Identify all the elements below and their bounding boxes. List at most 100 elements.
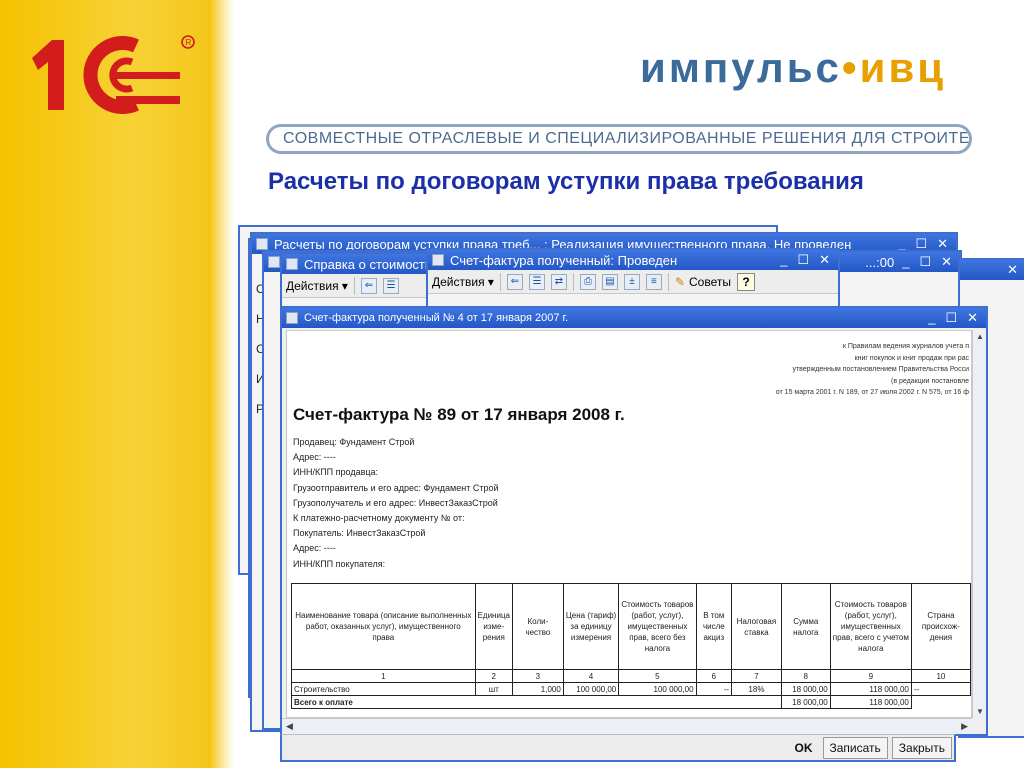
cell-name: Строительство (291, 682, 476, 696)
invoice-title: Счет-фактура № 89 от 17 января 2008 г. (293, 405, 625, 424)
toolbar-separator (499, 272, 501, 291)
1c-logo-icon: R (32, 35, 195, 114)
document-icon (432, 254, 444, 266)
window-print-preview[interactable]: Счет-фактура полученный № 4 от 17 января… (280, 306, 988, 736)
document-icon (286, 258, 298, 270)
scroll-up-icon[interactable]: ▲ (976, 332, 984, 341)
column-header: Страна происхож- дения (910, 583, 971, 670)
column-number-row: 1 2 3 4 5 6 7 8 9 10 (291, 669, 971, 683)
column-number: 2 (474, 669, 513, 683)
close-button[interactable]: ✕ (819, 252, 830, 268)
document-icon (256, 238, 268, 250)
help-button[interactable]: ? (736, 272, 755, 291)
close-button[interactable]: ✕ (967, 310, 978, 326)
column-header: Стоимость товаров (работ, услуг), имущес… (618, 583, 697, 670)
legal-line: книг покупок и книг продаж при рас (854, 354, 969, 362)
tips-button[interactable]: ✎ Советы (675, 275, 731, 289)
total-label: Всего к оплате (291, 695, 782, 709)
maximize-button[interactable]: ☐ (945, 310, 957, 326)
cell-unit: шт (474, 682, 513, 696)
minimize-button[interactable]: _ (928, 310, 935, 326)
list-icon[interactable]: ☰ (528, 273, 545, 290)
titlebar-print-preview[interactable]: Счет-фактура полученный № 4 от 17 января… (282, 308, 986, 328)
window-title: Счет-фактура полученный № 4 от 17 января… (304, 312, 569, 324)
table-total-row: Всего к оплате 18 000,00 118 000,00 (291, 695, 971, 709)
document-icon (286, 312, 298, 324)
slide-title: Расчеты по договорам уступки права требо… (268, 168, 864, 195)
ok-button[interactable]: OK (789, 738, 819, 758)
window-invoice-received[interactable]: Счет-фактура полученный: Проведен _ ☐ ✕ … (426, 248, 840, 308)
close-dialog-button[interactable]: Закрыть (891, 736, 952, 759)
toolbar-separator (667, 272, 669, 291)
move-icon[interactable]: ⇄ (550, 273, 567, 290)
column-number: 5 (618, 669, 697, 683)
debit-credit-icon[interactable]: ± (623, 273, 640, 290)
actions-menu[interactable]: Действия ▾ (286, 279, 348, 293)
invoice-field: Грузоотправитель и его адрес: Фундамент … (293, 482, 499, 493)
toolbar-separator (353, 276, 355, 295)
legal-line: к Правилам ведения журналов учета п (842, 343, 969, 350)
actions-menu[interactable]: Действия ▾ (432, 275, 494, 289)
cell-total: 118 000,00 (829, 682, 912, 696)
cell-price: 100 000,00 (562, 682, 620, 696)
back-arrow-icon[interactable]: ⇐ (506, 273, 523, 290)
titlebar-invoice-received[interactable]: Счет-фактура полученный: Проведен _ ☐ ✕ (428, 250, 838, 270)
horizontal-scrollbar[interactable]: ◀ ▶ (282, 718, 972, 734)
scroll-left-icon[interactable]: ◀ (286, 721, 293, 732)
impuls-ivc-logo: импульс•ивц (640, 44, 946, 92)
column-header: Налоговая ставка (731, 583, 782, 670)
column-number: 8 (780, 669, 831, 683)
column-number: 3 (511, 669, 564, 683)
invoice-field: ИНН/КПП продавца: (293, 467, 379, 478)
column-number: 1 (291, 669, 476, 683)
titlebar-far-right[interactable]: ✕ (960, 260, 1024, 280)
maximize-button[interactable]: ☐ (919, 254, 931, 270)
vertical-scrollbar[interactable]: ▲ ▼ (972, 330, 986, 718)
brand-part-a: импульс (640, 44, 842, 91)
table-row: Строительство шт 1,000 100 000,00 100 00… (291, 682, 971, 696)
svg-text:R: R (186, 38, 192, 47)
brand-part-b: ивц (859, 44, 947, 91)
empty-cell (911, 696, 970, 709)
cell-rate: 18% (731, 682, 782, 696)
invoice-table: Наименование товара (описание выполненны… (291, 583, 971, 709)
window-title: Счет-фактура полученный: Проведен (450, 252, 678, 268)
invoice-document: к Правилам ведения журналов учета п книг… (286, 330, 972, 718)
minimize-button[interactable]: _ (902, 254, 909, 270)
print-form-icon[interactable]: ▤ (601, 273, 618, 290)
cell-tax: 18 000,00 (780, 682, 831, 696)
cell-qty: 1,000 (511, 682, 564, 696)
maximize-button[interactable]: ☐ (797, 252, 809, 268)
toolbar-invoice: Действия ▾ ⇐ ☰ ⇄ ⎙ ▤ ± ≡ ✎ Советы ? (428, 270, 838, 294)
column-header: Цена (тариф) за единицу измерения (562, 583, 620, 670)
sidebar-gradient-edge (208, 0, 234, 768)
column-number: 6 (695, 669, 733, 683)
column-header: Сумма налога (780, 583, 831, 670)
column-number: 4 (562, 669, 620, 683)
print-icon[interactable]: ⎙ (579, 273, 596, 290)
legal-line: утвержденным постановлением Правительств… (792, 366, 969, 373)
cell-cost: 100 000,00 (618, 682, 697, 696)
tips-label: Советы (689, 274, 731, 289)
journal-icon[interactable]: ≡ (645, 273, 662, 290)
scroll-right-icon[interactable]: ▶ (961, 721, 968, 732)
scroll-down-icon[interactable]: ▼ (976, 707, 984, 716)
total-tax: 18 000,00 (780, 695, 831, 709)
legal-line: от 15 марта 2001 г. N 189, от 27 июля 20… (775, 389, 969, 396)
document-icon (268, 256, 280, 268)
back-arrow-icon[interactable]: ⇐ (360, 277, 377, 294)
cell-excise: -- (695, 682, 733, 696)
column-header: Стоимость товаров (работ, услуг), имущес… (829, 583, 912, 670)
close-button[interactable]: ✕ (941, 254, 952, 270)
close-button[interactable]: ✕ (1007, 262, 1018, 278)
save-button[interactable]: Записать (822, 736, 888, 759)
total-sum: 118 000,00 (829, 695, 912, 709)
minimize-button[interactable]: _ (780, 252, 787, 268)
list-icon[interactable]: ☰ (382, 277, 399, 294)
toolbar-separator (572, 272, 574, 291)
invoice-field: Продавец: Фундамент Строй (293, 437, 415, 447)
legal-reference: к Правилам ведения журналов учета п книг… (776, 341, 969, 399)
tagline-banner: СОВМЕСТНЫЕ ОТРАСЛЕВЫЕ И СПЕЦИАЛИЗИРОВАНН… (266, 124, 972, 154)
invoice-field: Покупатель: ИнвестЗаказСтрой (293, 528, 426, 539)
invoice-fields: Продавец: Фундамент Строй Адрес: ---- ИН… (293, 435, 499, 572)
